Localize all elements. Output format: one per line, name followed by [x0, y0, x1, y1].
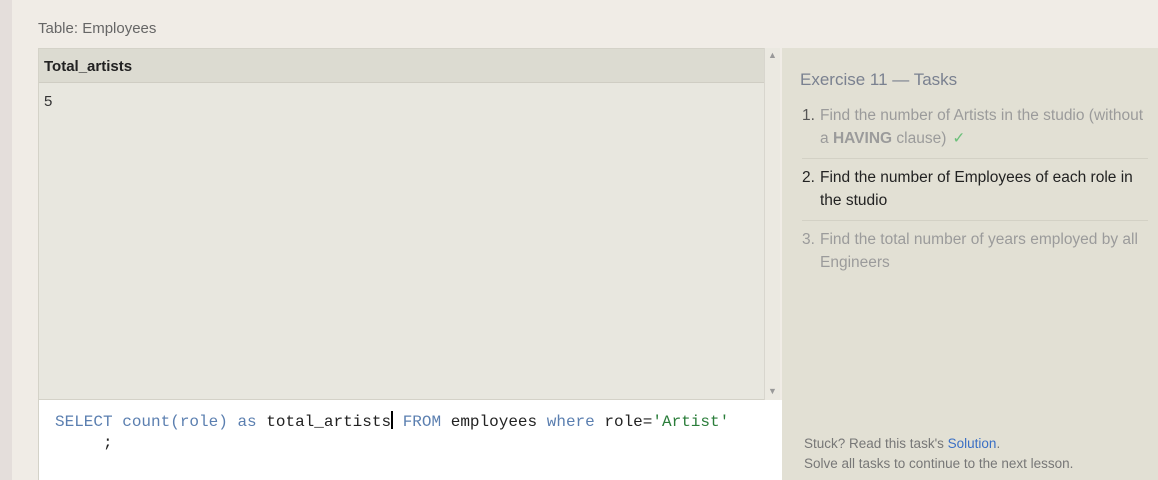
- sql-code[interactable]: SELECT count(role) as total_artists FROM…: [55, 411, 729, 454]
- stuck-line: Stuck? Read this task's Solution.: [804, 434, 1073, 454]
- task-text-bold: HAVING: [832, 130, 893, 147]
- keyword-from: FROM: [402, 413, 442, 431]
- table-cell: 5: [44, 93, 53, 110]
- scroll-up-icon[interactable]: ▲: [765, 50, 780, 60]
- task-item-3: 3. Find the total number of years employ…: [802, 228, 1148, 282]
- exercise-panel: Table: Employees Total_artists 5 ▲ ▼ SEL…: [12, 0, 1158, 480]
- alias-name: total_artists: [266, 413, 392, 431]
- results-table: Total_artists 5: [38, 48, 764, 400]
- condition-value: 'Artist': [652, 413, 730, 431]
- column-header-total-artists: Total_artists: [39, 49, 764, 83]
- scroll-down-icon[interactable]: ▼: [765, 386, 780, 396]
- check-icon: ✓: [952, 130, 966, 147]
- solution-link[interactable]: Solution: [948, 436, 997, 451]
- condition-lhs: role=: [604, 413, 653, 431]
- task-number: 2.: [802, 169, 815, 186]
- table-name: employees: [450, 413, 538, 431]
- task-text: Find the number of Employees of each rol…: [820, 169, 1133, 209]
- left-edge: [0, 0, 12, 480]
- task-list: 1. Find the number of Artists in the stu…: [802, 104, 1148, 289]
- task-item-1: 1. Find the number of Artists in the stu…: [802, 104, 1148, 159]
- results-scrollbar[interactable]: ▲ ▼: [764, 48, 780, 400]
- stuck-suffix: .: [996, 436, 1001, 451]
- tasks-panel: Exercise 11 — Tasks 1. Find the number o…: [782, 48, 1158, 480]
- tasks-footer: Stuck? Read this task's Solution. Solve …: [804, 434, 1073, 474]
- statement-terminator: ;: [103, 434, 113, 452]
- function-count: count(role): [122, 413, 228, 431]
- sql-editor[interactable]: SELECT count(role) as total_artists FROM…: [38, 400, 782, 480]
- task-item-2: 2. Find the number of Employees of each …: [802, 166, 1148, 221]
- keyword-select: SELECT: [55, 413, 113, 431]
- task-number: 1.: [802, 107, 815, 124]
- stuck-prefix: Stuck? Read this task's: [804, 436, 948, 451]
- continue-text: Solve all tasks to continue to the next …: [804, 456, 1074, 471]
- task-text-b: clause): [892, 130, 947, 147]
- keyword-where: where: [546, 413, 595, 431]
- task-text: Find the total number of years employed …: [820, 231, 1138, 271]
- keyword-as: as: [237, 413, 257, 431]
- task-number: 3.: [802, 231, 815, 248]
- table-caption: Table: Employees: [38, 20, 157, 37]
- tasks-title: Exercise 11 — Tasks: [800, 70, 958, 89]
- text-cursor: [391, 411, 394, 429]
